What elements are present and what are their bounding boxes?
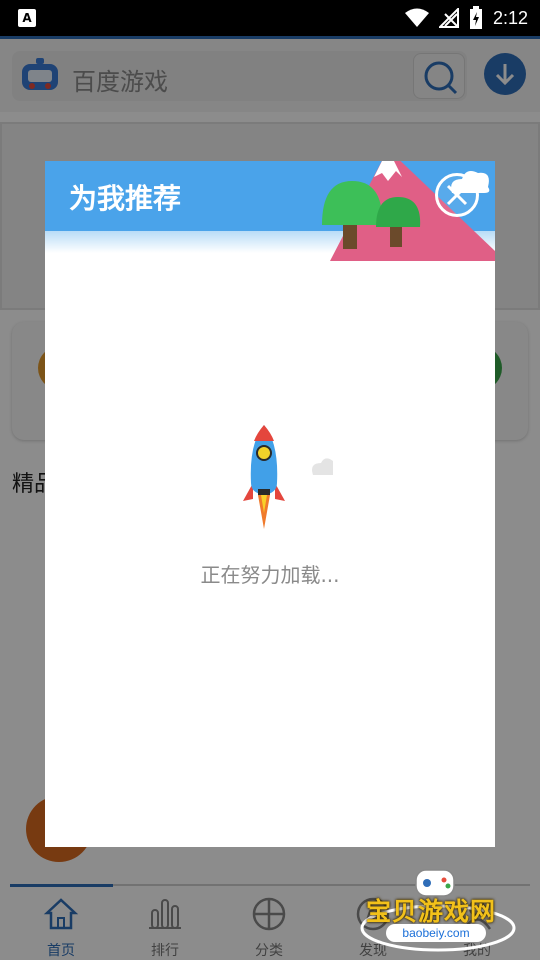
status-icons: 2:12 bbox=[404, 0, 528, 36]
battery-charging-icon bbox=[469, 6, 482, 29]
recommend-dialog: 为我推荐 正在努力加载... bbox=[45, 161, 495, 847]
rocket-loading-icon bbox=[243, 425, 333, 529]
loading-text: 正在努力加载... bbox=[200, 563, 340, 587]
clock: 2:12 bbox=[492, 7, 528, 28]
dialog-title: 为我推荐 bbox=[69, 182, 182, 215]
status-bar: A 2:12 bbox=[0, 0, 540, 36]
site-watermark: 宝贝游戏网 baobeiy.com bbox=[358, 866, 518, 958]
notification-icon: A bbox=[18, 9, 36, 27]
close-icon bbox=[446, 184, 468, 206]
watermark-url: baobeiy.com bbox=[386, 924, 486, 942]
close-button[interactable] bbox=[435, 173, 479, 217]
wifi-icon bbox=[404, 8, 429, 27]
no-signal-icon bbox=[438, 8, 459, 28]
watermark-title: 宝贝游戏网 bbox=[366, 897, 497, 926]
